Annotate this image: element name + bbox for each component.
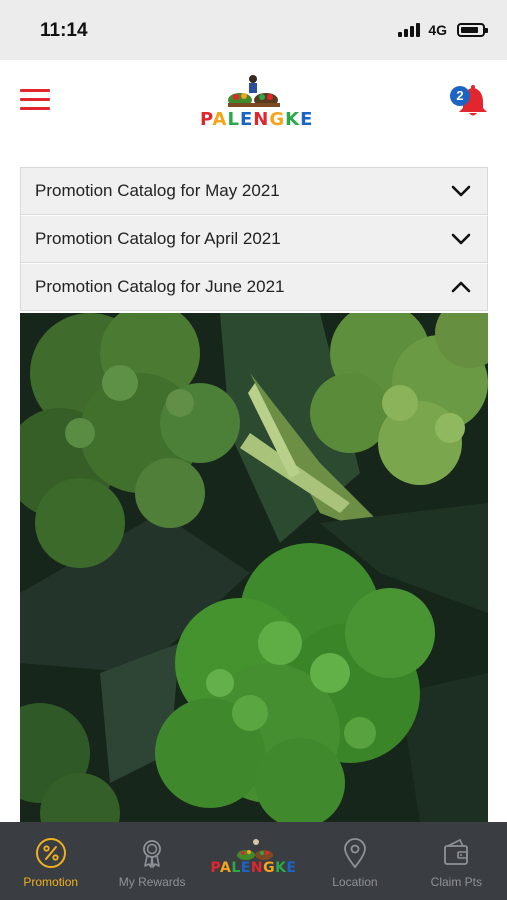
percent-icon	[35, 838, 66, 868]
signal-icon	[398, 23, 421, 37]
accordion-label: Promotion Catalog for May 2021	[35, 181, 280, 200]
palengke-logo: PALENGKE	[200, 73, 312, 133]
logo-wordmark: PALENGKE	[200, 109, 312, 130]
vendor-cart-illustration	[228, 75, 280, 107]
logo-letter: E	[240, 860, 251, 876]
notification-badge: 2	[450, 86, 470, 106]
status-bar: 11:14 4G	[0, 0, 507, 60]
battery-icon	[457, 23, 488, 37]
app-header: PALENGKE 2	[0, 60, 507, 145]
accordion-label: Promotion Catalog for June 2021	[35, 277, 285, 296]
logo-letter: G	[263, 860, 276, 876]
logo-letter: K	[285, 109, 301, 130]
tab-label: Location	[332, 875, 378, 889]
logo-letter: G	[269, 109, 286, 130]
accordion-item-june[interactable]: Promotion Catalog for June 2021	[20, 263, 488, 311]
accordion-item-april[interactable]: Promotion Catalog for April 2021	[20, 215, 488, 263]
tab-claim-pts[interactable]: Claim Pts	[406, 822, 507, 900]
logo-letter: A	[220, 860, 232, 876]
logo-letter: E	[239, 109, 254, 130]
accordion-label: Promotion Catalog for April 2021	[35, 229, 281, 248]
logo-letter: N	[250, 860, 264, 876]
notification-button[interactable]: 2	[448, 84, 490, 118]
tab-label: Claim Pts	[430, 875, 482, 889]
logo-letter: P	[200, 109, 213, 130]
broccoli-photo	[20, 313, 488, 823]
status-indicators: 4G	[398, 22, 488, 38]
menu-button[interactable]	[20, 89, 50, 111]
tab-promotion[interactable]: Promotion	[0, 822, 101, 900]
logo-letter: E	[300, 109, 314, 130]
logo-letter: E	[286, 860, 297, 876]
logo-letter: N	[253, 109, 270, 130]
tab-my-rewards[interactable]: My Rewards	[101, 822, 202, 900]
award-ribbon-icon	[143, 840, 162, 868]
logo-letter: L	[227, 109, 240, 130]
chevron-up-icon	[451, 281, 471, 293]
logo-wordmark: PALENGKE	[210, 860, 298, 876]
app-screen: 11:14 4G PALENGKE 2 Promotion Catalog fo…	[0, 0, 507, 900]
map-pin-icon	[344, 838, 366, 869]
tab-label: Promotion	[23, 875, 79, 889]
status-time: 11:14	[40, 20, 88, 41]
promotion-accordion: Promotion Catalog for May 2021 Promotion…	[20, 167, 488, 311]
tab-label: My Rewards	[118, 875, 186, 889]
logo-letter: A	[212, 109, 228, 130]
bottom-tab-bar: Promotion My Rewards PALENGKE Location C…	[0, 822, 507, 900]
logo-letter: P	[210, 860, 220, 876]
chevron-down-icon	[451, 185, 471, 197]
tab-home-logo[interactable]: PALENGKE	[203, 822, 304, 900]
chevron-down-icon	[451, 233, 471, 245]
network-type: 4G	[428, 22, 447, 38]
logo-letter: K	[275, 860, 287, 876]
palengke-logo: PALENGKE	[210, 838, 298, 886]
logo-letter: L	[231, 860, 241, 876]
tab-location[interactable]: Location	[304, 822, 405, 900]
accordion-item-may[interactable]: Promotion Catalog for May 2021	[20, 167, 488, 215]
wallet-icon	[444, 838, 469, 865]
promotion-catalog-image[interactable]	[20, 313, 488, 823]
vendor-cart-illustration	[236, 839, 273, 860]
